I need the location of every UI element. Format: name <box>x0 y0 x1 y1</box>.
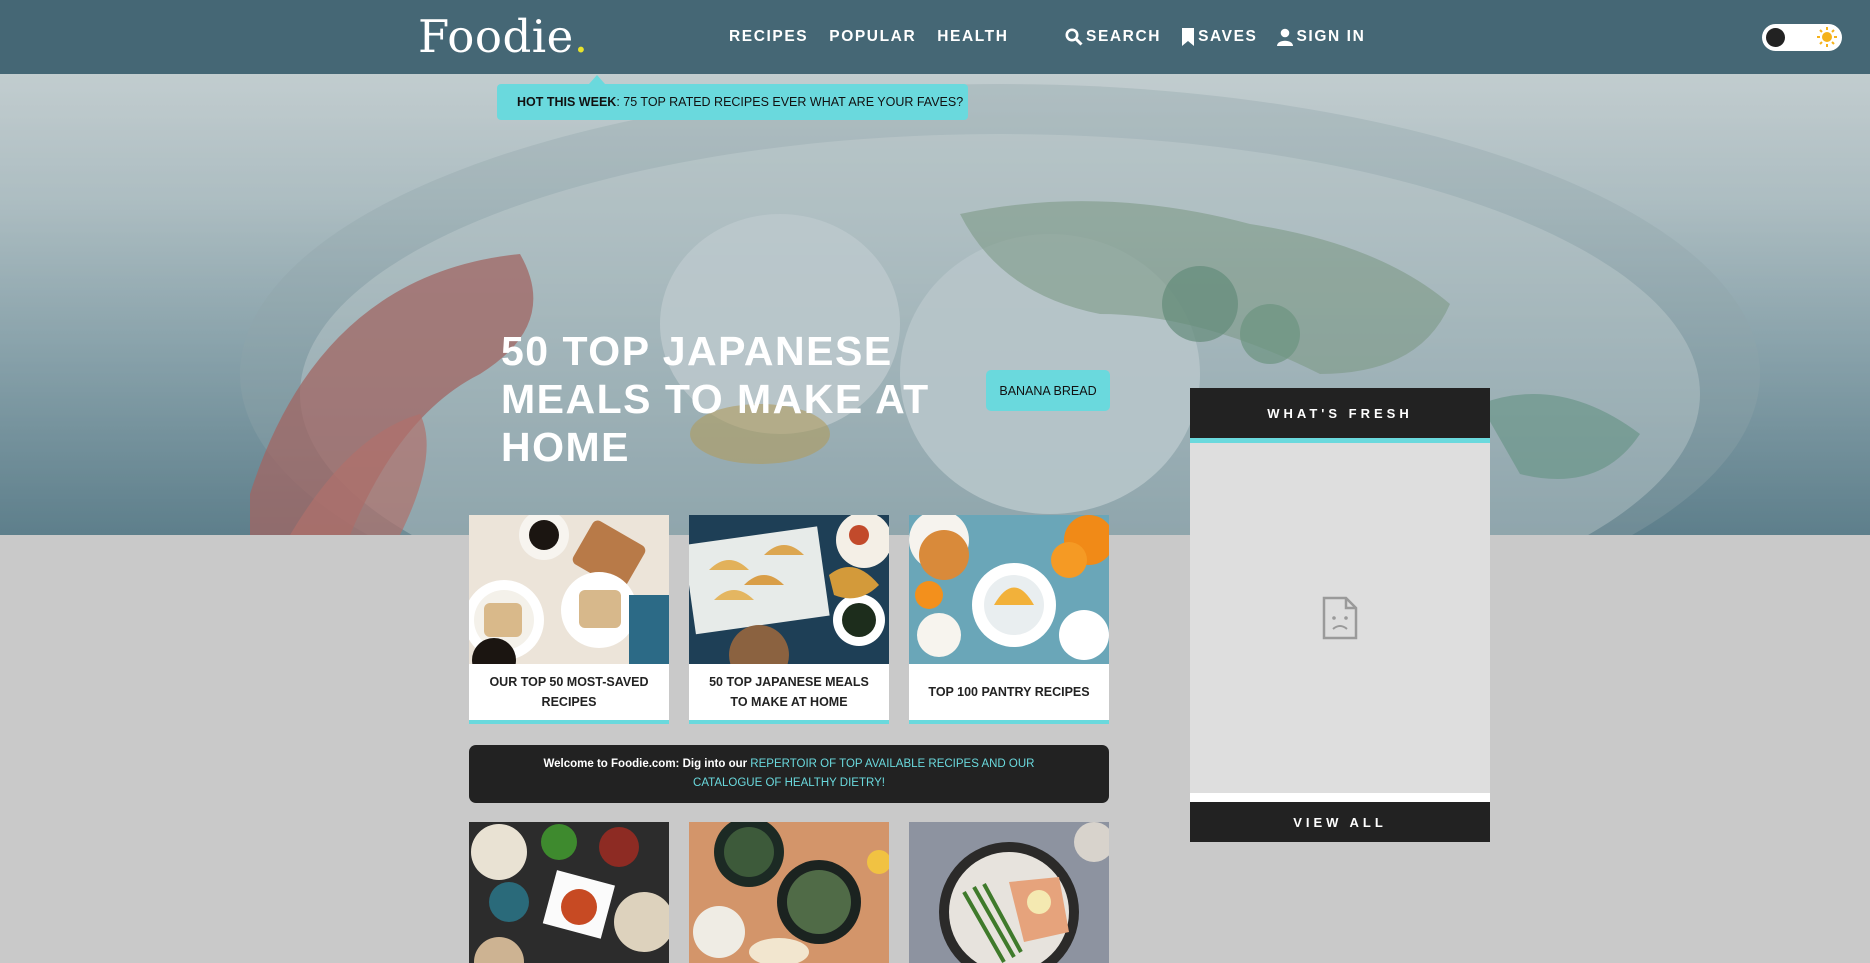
saves-link[interactable]: SAVES <box>1181 28 1257 46</box>
user-icon <box>1277 28 1294 46</box>
recipe-card[interactable] <box>469 822 669 963</box>
card-image-skillet <box>689 822 889 963</box>
hot-this-week-banner[interactable]: HOT THIS WEEK: 75 TOP RATED RECIPES EVER… <box>497 75 968 120</box>
logo-text: Foodie <box>418 10 574 63</box>
signin-link[interactable]: SIGN IN <box>1277 28 1365 46</box>
toggle-knob <box>1766 28 1785 47</box>
fresh-heading: WHAT'S FRESH <box>1190 388 1490 438</box>
search-link[interactable]: SEARCH <box>1065 28 1161 46</box>
welcome-banner: Welcome to Foodie.com: Dig into our REPE… <box>469 745 1109 803</box>
card-image-banana-bread <box>469 515 669 664</box>
recipe-card[interactable]: OUR TOP 50 MOST-SAVED RECIPES <box>469 515 669 724</box>
main-nav: RECIPES POPULAR HEALTH <box>729 0 1009 74</box>
site-header: Foodie. RECIPES POPULAR HEALTH SEARCH SA… <box>0 0 1870 74</box>
utility-nav: SEARCH SAVES SIGN IN <box>1065 0 1365 74</box>
view-all-button[interactable]: VIEW ALL <box>1190 802 1490 842</box>
card-caption: OUR TOP 50 MOST-SAVED RECIPES <box>489 675 649 709</box>
sun-icon <box>1817 27 1837 47</box>
hot-text: : 75 TOP RATED RECIPES EVER WHAT ARE YOU… <box>616 95 964 109</box>
recipe-card[interactable] <box>909 822 1109 963</box>
search-icon <box>1065 28 1083 46</box>
nav-recipes[interactable]: RECIPES <box>729 28 808 46</box>
logo-dot: . <box>573 10 589 63</box>
site-logo[interactable]: Foodie. <box>418 10 589 63</box>
card-accent-bar <box>469 720 669 724</box>
card-caption: 50 TOP JAPANESE MEALS TO MAKE AT HOME <box>709 675 869 709</box>
nav-health[interactable]: HEALTH <box>937 28 1008 46</box>
card-image-salmon <box>909 822 1109 963</box>
theme-toggle[interactable] <box>1762 24 1842 51</box>
welcome-text: Welcome to Foodie.com: Dig into our <box>543 758 751 770</box>
recipe-card[interactable] <box>689 822 889 963</box>
card-accent-bar <box>689 720 889 724</box>
card-image-dumplings <box>689 515 889 664</box>
hero-title[interactable]: 50 TOP JAPANESE MEALS TO MAKE AT HOME <box>501 327 961 471</box>
card-image-spread <box>469 822 669 963</box>
card-caption: TOP 100 PANTRY RECIPES <box>928 685 1090 699</box>
nav-popular[interactable]: POPULAR <box>829 28 916 46</box>
bookmark-icon <box>1182 28 1195 46</box>
saves-label: SAVES <box>1198 28 1258 45</box>
recipe-card[interactable]: TOP 100 PANTRY RECIPES <box>909 515 1109 724</box>
card-accent-bar <box>909 720 1109 724</box>
fresh-content <box>1190 443 1490 793</box>
whats-fresh-panel: WHAT'S FRESH VIEW ALL <box>1190 388 1490 842</box>
tag-pill[interactable]: BANANA BREAD <box>986 370 1110 411</box>
recipe-card[interactable]: 50 TOP JAPANESE MEALS TO MAKE AT HOME <box>689 515 889 724</box>
fresh-divider <box>1190 793 1490 802</box>
hot-label: HOT THIS WEEK <box>517 95 617 109</box>
search-label: SEARCH <box>1086 28 1162 45</box>
signin-label: SIGN IN <box>1296 28 1366 45</box>
card-image-orange-cake <box>909 515 1109 664</box>
broken-image-icon <box>1322 596 1358 640</box>
